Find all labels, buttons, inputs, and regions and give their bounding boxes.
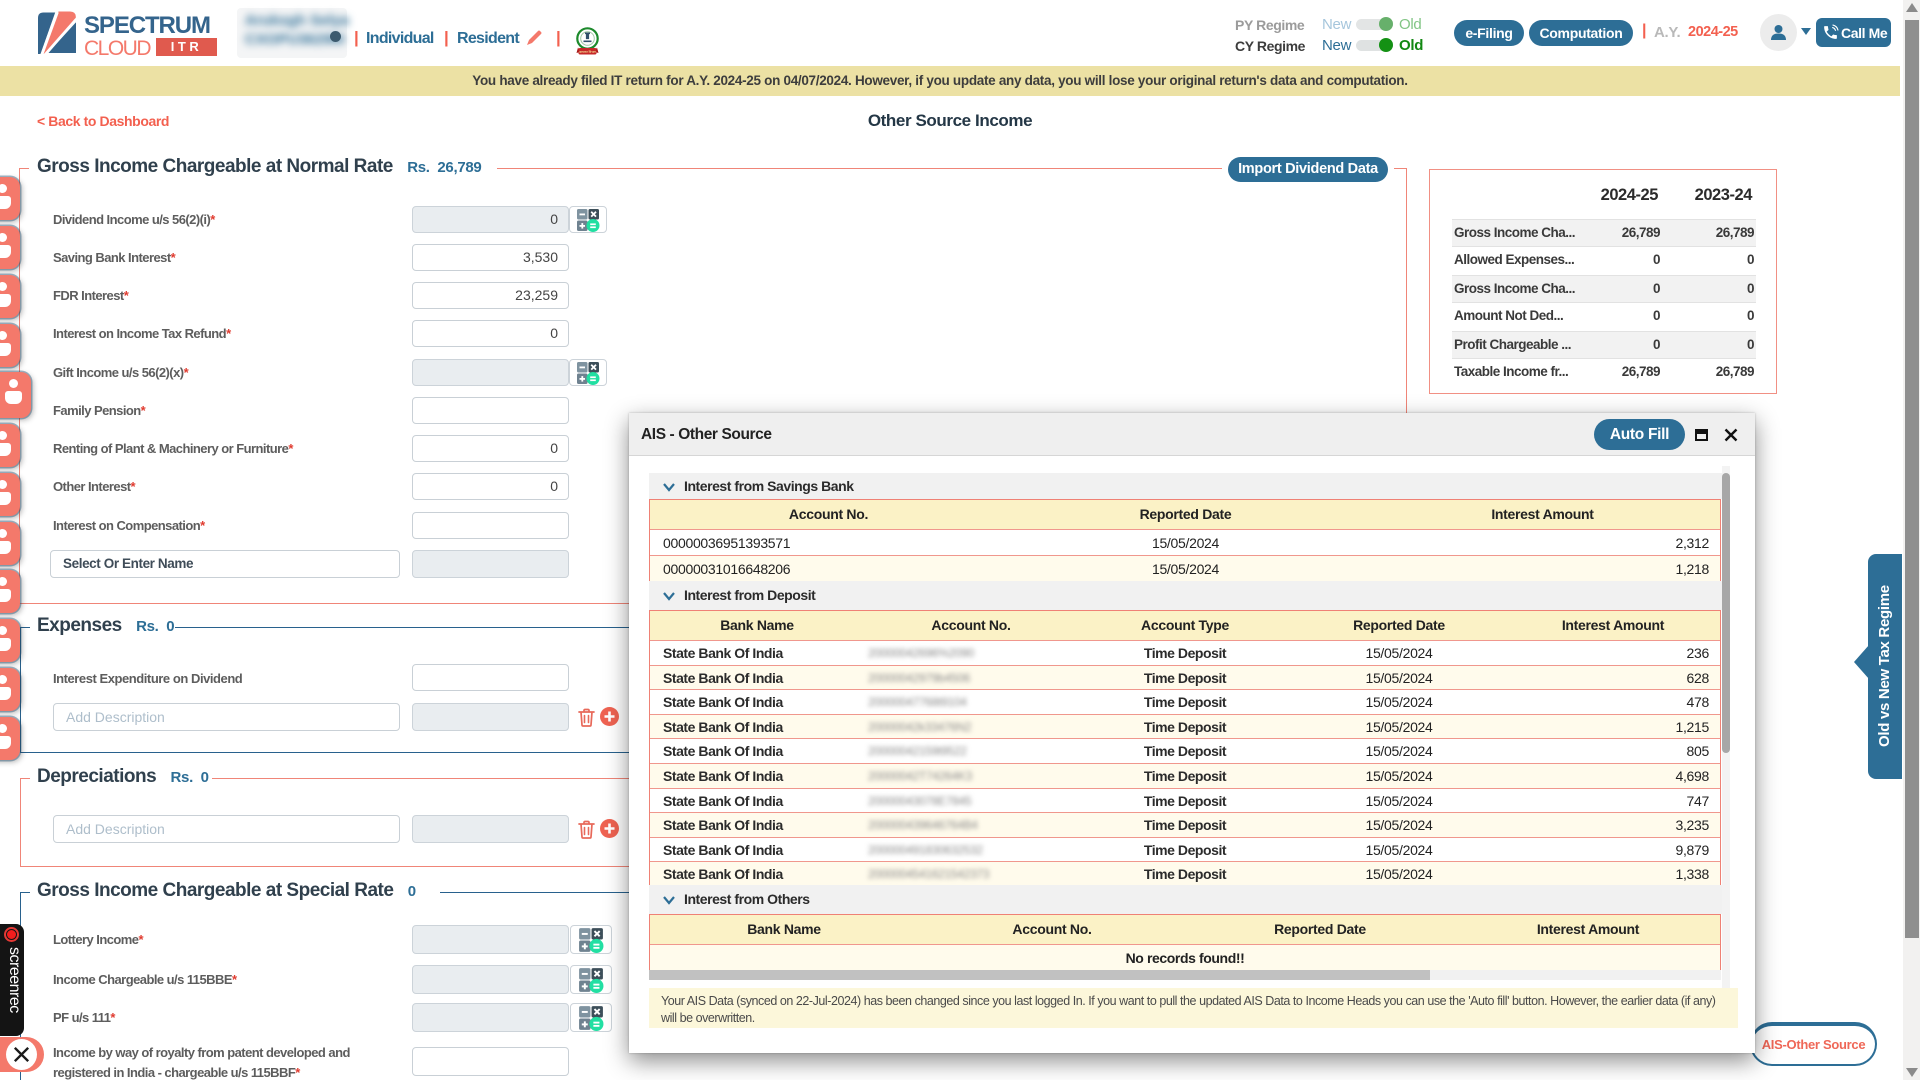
svg-text:आयकर विभाग: आयकर विभाग bbox=[579, 50, 596, 54]
